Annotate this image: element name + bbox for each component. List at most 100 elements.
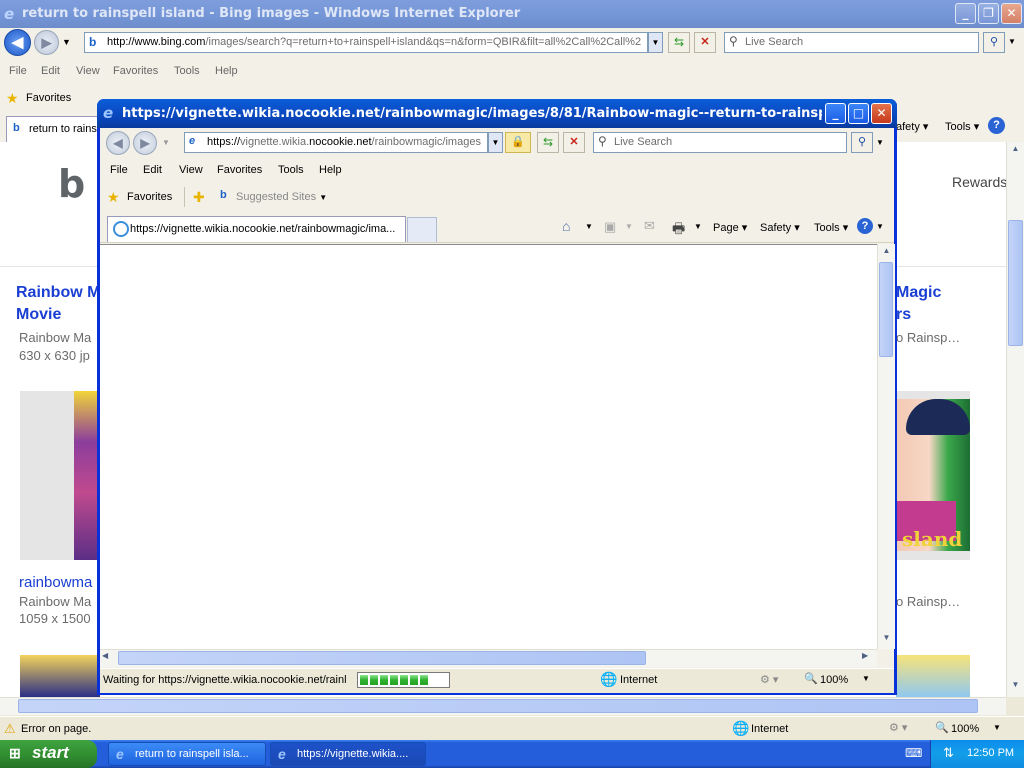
popup-search-options-icon[interactable]: ▼: [876, 138, 884, 147]
taskbar-item-popup[interactable]: e https://vignette.wikia....: [270, 742, 426, 766]
new-tab-button[interactable]: [407, 217, 437, 242]
result-title-left[interactable]: Rainbow M Movie: [16, 284, 100, 324]
add-favorites-icon[interactable]: ✚: [193, 189, 205, 206]
popup-zoom-icon[interactable]: 🔍: [804, 672, 818, 685]
result-image-right[interactable]: sland: [896, 391, 970, 560]
close-button[interactable]: ✕: [1001, 3, 1022, 24]
popup-menu-edit[interactable]: Edit: [143, 164, 162, 176]
popup-address-bar[interactable]: e https://vignette.wikia.nocookie.net/ra…: [184, 132, 488, 153]
popup-menu-view[interactable]: View: [179, 164, 203, 176]
home-dropdown-icon[interactable]: ▼: [585, 222, 593, 231]
refresh-button[interactable]: ⇆: [668, 32, 690, 53]
menu-tools[interactable]: Tools: [174, 65, 200, 77]
h-scroll-thumb[interactable]: [18, 699, 978, 713]
result-link-left[interactable]: rainbowma: [19, 574, 92, 591]
scroll-down-arrow[interactable]: ▼: [1008, 680, 1023, 695]
safety-menu[interactable]: Safety ▾: [760, 221, 800, 234]
popup-address-dropdown[interactable]: ▼: [488, 132, 503, 153]
feeds-icon[interactable]: ▣: [604, 219, 616, 235]
search-options-icon[interactable]: ▼: [1008, 37, 1016, 46]
popup-history-dropdown-icon[interactable]: ▼: [162, 138, 170, 147]
main-tab[interactable]: b return to rains: [6, 116, 102, 142]
forward-button[interactable]: ▶: [34, 30, 59, 55]
tools-menu[interactable]: Tools ▾: [814, 221, 848, 234]
popup-refresh-button[interactable]: ⇆: [537, 132, 559, 153]
popup-maximize-button[interactable]: □: [848, 103, 869, 124]
main-search-input[interactable]: ⚲ Live Search: [724, 32, 979, 53]
popup-h-scroll-thumb[interactable]: [118, 651, 646, 665]
popup-minimize-button[interactable]: _: [825, 103, 846, 124]
scroll-up-arrow[interactable]: ▲: [1008, 144, 1023, 159]
popup-h-scroll-right[interactable]: ▶: [862, 651, 868, 660]
popup-scroll-up-arrow[interactable]: ▲: [879, 246, 894, 260]
feeds-dropdown-icon[interactable]: ▼: [625, 222, 633, 231]
popup-zoom-level[interactable]: 100%: [820, 674, 848, 686]
popup-menu-favorites[interactable]: Favorites: [217, 164, 262, 176]
main-safety-menu[interactable]: afety ▾: [896, 120, 928, 133]
popup-back-button[interactable]: ◀: [106, 131, 130, 155]
scroll-thumb[interactable]: [1008, 220, 1023, 346]
popup-forward-button[interactable]: ▶: [133, 131, 157, 155]
menu-view[interactable]: View: [76, 65, 100, 77]
print-icon[interactable]: 🖶: [672, 218, 685, 242]
menu-favorites[interactable]: Favorites: [113, 65, 158, 77]
popup-menu-tools[interactable]: Tools: [278, 164, 304, 176]
lock-icon[interactable]: 🔒: [505, 132, 531, 153]
popup-close-button[interactable]: ✕: [871, 103, 892, 124]
clock[interactable]: 12:50 PM: [967, 747, 1014, 759]
network-icon[interactable]: ⇅: [943, 745, 954, 761]
search-button[interactable]: ⚲: [983, 32, 1005, 53]
popup-horizontal-scrollbar[interactable]: ◀ ▶: [100, 649, 877, 667]
zoom-dropdown-icon[interactable]: ▼: [993, 723, 1001, 732]
bing-logo[interactable]: b: [58, 162, 85, 206]
main-vertical-scrollbar[interactable]: ▲ ▼: [1006, 142, 1024, 697]
main-address-bar[interactable]: b http://www.bing.com/images/search?q=re…: [84, 32, 648, 53]
tray-keyboard-icon[interactable]: ⌨: [905, 746, 922, 760]
result-image-left-3[interactable]: [20, 655, 100, 697]
help-dropdown-icon[interactable]: ▼: [876, 222, 884, 231]
popup-scroll-down-arrow[interactable]: ▼: [879, 633, 894, 647]
protected-mode-icon[interactable]: ⚙ ▾: [889, 721, 907, 734]
popup-title-bar[interactable]: e https://vignette.wikia.nocookie.net/ra…: [97, 99, 897, 128]
main-zoom-level[interactable]: 100%: [951, 723, 979, 735]
warning-icon[interactable]: ⚠: [4, 721, 16, 737]
popup-vertical-scrollbar[interactable]: ▲ ▼: [877, 244, 895, 649]
main-title-bar[interactable]: e return to rainspell island - Bing imag…: [0, 0, 1024, 28]
help-icon[interactable]: ?: [988, 117, 1005, 134]
mail-icon[interactable]: ✉: [644, 218, 655, 234]
start-button[interactable]: ⊞ start: [0, 740, 97, 768]
stop-button[interactable]: ✕: [694, 32, 716, 53]
popup-scroll-thumb[interactable]: [879, 262, 893, 357]
rewards-link[interactable]: Rewards: [952, 174, 1006, 190]
favorites-button[interactable]: Favorites: [26, 92, 71, 104]
popup-favorites-button[interactable]: Favorites: [127, 191, 172, 203]
popup-search-input[interactable]: ⚲ Live Search: [593, 132, 847, 153]
page-menu[interactable]: Page ▾: [713, 221, 747, 234]
taskbar-item-bing[interactable]: e return to rainspell isla...: [108, 742, 266, 766]
zoom-icon[interactable]: 🔍: [935, 721, 949, 734]
result-image-right-3[interactable]: [896, 655, 970, 697]
popup-search-button[interactable]: ⚲: [851, 132, 873, 153]
menu-edit[interactable]: Edit: [41, 65, 60, 77]
history-dropdown-icon[interactable]: ▼: [62, 37, 71, 47]
menu-help[interactable]: Help: [215, 65, 238, 77]
home-icon[interactable]: ⌂: [562, 218, 570, 234]
popup-h-scroll-left[interactable]: ◀: [102, 651, 108, 660]
main-tools-menu[interactable]: Tools ▾: [945, 120, 979, 133]
restore-button[interactable]: ❐: [978, 3, 999, 24]
address-dropdown-button[interactable]: ▼: [648, 32, 663, 53]
minimize-button[interactable]: _: [955, 3, 976, 24]
back-button[interactable]: ◀: [4, 29, 31, 56]
suggested-sites-button[interactable]: Suggested Sites ▼: [236, 191, 327, 203]
popup-help-icon[interactable]: ?: [857, 218, 873, 234]
popup-stop-button[interactable]: ✕: [563, 132, 585, 153]
popup-zoom-dropdown-icon[interactable]: ▼: [862, 674, 870, 683]
result-title-right[interactable]: Magic rs: [896, 284, 941, 324]
print-dropdown-icon[interactable]: ▼: [694, 222, 702, 231]
result-image-left[interactable]: [20, 391, 100, 560]
menu-file[interactable]: File: [9, 65, 27, 77]
popup-menu-file[interactable]: File: [110, 164, 128, 176]
popup-tab[interactable]: https://vignette.wikia.nocookie.net/rain…: [107, 216, 406, 242]
main-horizontal-scrollbar[interactable]: [0, 697, 1006, 715]
popup-menu-help[interactable]: Help: [319, 164, 342, 176]
